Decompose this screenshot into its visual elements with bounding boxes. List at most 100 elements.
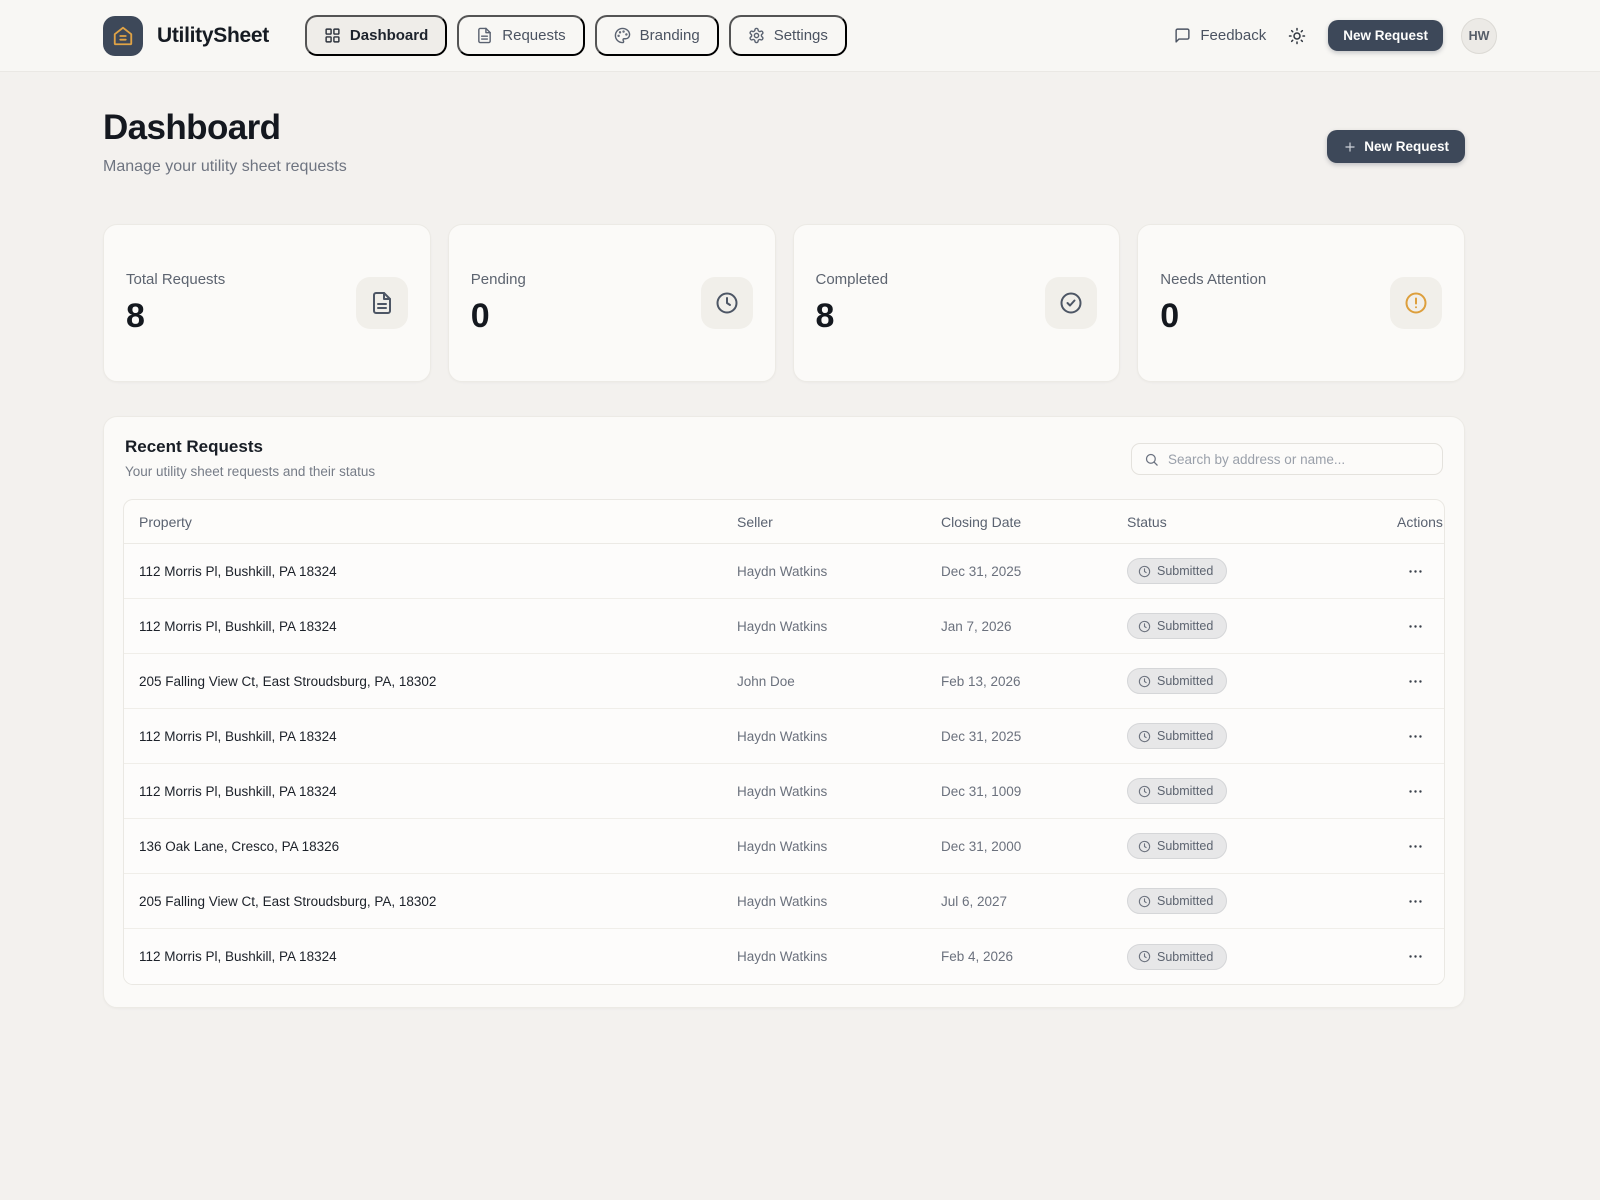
table-row: 136 Oak Lane, Cresco, PA 18326 Haydn Wat… (124, 819, 1444, 874)
ellipsis-icon (1407, 728, 1424, 745)
row-actions-button[interactable] (1401, 945, 1429, 969)
stat-label: Completed (816, 271, 889, 288)
clock-icon (1138, 950, 1151, 963)
row-seller: Haydn Watkins (737, 564, 941, 579)
clock-icon (1138, 840, 1151, 853)
app-logo[interactable] (103, 16, 143, 56)
table-row: 112 Morris Pl, Bushkill, PA 18324 Haydn … (124, 599, 1444, 654)
row-property: 112 Morris Pl, Bushkill, PA 18324 (139, 619, 737, 634)
ellipsis-icon (1407, 838, 1424, 855)
status-badge: Submitted (1127, 668, 1227, 694)
clock-icon (1138, 620, 1151, 633)
feedback-button[interactable]: Feedback (1174, 27, 1266, 44)
column-header-status: Status (1127, 514, 1397, 530)
nav-item-label: Requests (502, 27, 565, 44)
stat-label: Needs Attention (1160, 271, 1266, 288)
house-icon (112, 25, 134, 47)
status-label: Submitted (1157, 564, 1213, 578)
page-title: Dashboard (103, 108, 347, 148)
table-row: 205 Falling View Ct, East Stroudsburg, P… (124, 874, 1444, 929)
clock-icon (715, 291, 739, 315)
table-body: 112 Morris Pl, Bushkill, PA 18324 Haydn … (124, 544, 1444, 984)
table-header-row: Property Seller Closing Date Status Acti… (124, 500, 1444, 544)
palette-icon (614, 27, 631, 44)
new-request-button[interactable]: New Request (1327, 130, 1465, 163)
status-badge: Submitted (1127, 778, 1227, 804)
row-actions-button[interactable] (1401, 834, 1429, 858)
page-header: Dashboard Manage your utility sheet requ… (103, 108, 1465, 176)
search-input[interactable] (1168, 452, 1430, 467)
row-closing-date: Dec 31, 2025 (941, 564, 1127, 579)
top-nav: UtilitySheet Dashboard Requests Branding… (0, 0, 1600, 72)
row-seller: Haydn Watkins (737, 729, 941, 744)
nav-item-label: Settings (774, 27, 828, 44)
nav-item-branding[interactable]: Branding (595, 15, 719, 56)
recent-requests-subtitle: Your utility sheet requests and their st… (125, 464, 375, 479)
row-property: 112 Morris Pl, Bushkill, PA 18324 (139, 784, 737, 799)
table-row: 112 Morris Pl, Bushkill, PA 18324 Haydn … (124, 929, 1444, 984)
row-seller: Haydn Watkins (737, 839, 941, 854)
row-seller: Haydn Watkins (737, 949, 941, 964)
user-avatar[interactable]: HW (1461, 18, 1497, 54)
feedback-label: Feedback (1200, 27, 1266, 44)
status-label: Submitted (1157, 674, 1213, 688)
nav-item-label: Dashboard (350, 27, 428, 44)
status-badge: Submitted (1127, 833, 1227, 859)
status-badge: Submitted (1127, 613, 1227, 639)
nav-item-requests[interactable]: Requests (457, 15, 584, 56)
row-actions-button[interactable] (1401, 559, 1429, 583)
stat-label: Pending (471, 271, 526, 288)
row-closing-date: Jan 7, 2026 (941, 619, 1127, 634)
theme-toggle-button[interactable] (1284, 23, 1310, 49)
stat-label: Total Requests (126, 271, 225, 288)
row-closing-date: Feb 13, 2026 (941, 674, 1127, 689)
row-property: 112 Morris Pl, Bushkill, PA 18324 (139, 564, 737, 579)
status-badge: Submitted (1127, 723, 1227, 749)
main-content: Dashboard Manage your utility sheet requ… (0, 72, 1600, 1008)
row-actions-button[interactable] (1401, 724, 1429, 748)
nav-new-request-button[interactable]: New Request (1328, 20, 1443, 51)
recent-requests-header: Recent Requests Your utility sheet reque… (123, 437, 1445, 479)
clock-icon (1138, 565, 1151, 578)
table-row: 205 Falling View Ct, East Stroudsburg, P… (124, 654, 1444, 709)
row-seller: Haydn Watkins (737, 894, 941, 909)
row-actions-button[interactable] (1401, 614, 1429, 638)
message-square-icon (1174, 27, 1191, 44)
column-header-property: Property (139, 514, 737, 530)
row-seller: John Doe (737, 674, 941, 689)
recent-requests-title: Recent Requests (125, 437, 375, 457)
row-property: 136 Oak Lane, Cresco, PA 18326 (139, 839, 737, 854)
check-circle-icon (1059, 291, 1083, 315)
ellipsis-icon (1407, 673, 1424, 690)
ellipsis-icon (1407, 893, 1424, 910)
stat-card: Total Requests 8 (103, 224, 431, 382)
stat-value: 8 (816, 297, 889, 336)
row-closing-date: Dec 31, 1009 (941, 784, 1127, 799)
status-badge: Submitted (1127, 558, 1227, 584)
row-closing-date: Dec 31, 2025 (941, 729, 1127, 744)
clock-icon (1138, 730, 1151, 743)
stat-value: 8 (126, 297, 225, 336)
nav-new-request-label: New Request (1343, 28, 1428, 43)
row-actions-button[interactable] (1401, 779, 1429, 803)
status-label: Submitted (1157, 784, 1213, 798)
nav-left: UtilitySheet Dashboard Requests Branding… (103, 15, 847, 56)
row-actions-button[interactable] (1401, 889, 1429, 913)
main-nav: Dashboard Requests Branding Settings (305, 15, 847, 56)
requests-table: Property Seller Closing Date Status Acti… (123, 499, 1445, 985)
recent-requests-card: Recent Requests Your utility sheet reque… (103, 416, 1465, 1008)
nav-item-settings[interactable]: Settings (729, 15, 847, 56)
status-label: Submitted (1157, 894, 1213, 908)
nav-item-dashboard[interactable]: Dashboard (305, 15, 447, 56)
status-label: Submitted (1157, 839, 1213, 853)
row-actions-button[interactable] (1401, 669, 1429, 693)
status-label: Submitted (1157, 619, 1213, 633)
alert-circle-icon (1404, 291, 1428, 315)
page-subtitle: Manage your utility sheet requests (103, 158, 347, 176)
new-request-label: New Request (1364, 139, 1449, 154)
row-closing-date: Dec 31, 2000 (941, 839, 1127, 854)
row-closing-date: Feb 4, 2026 (941, 949, 1127, 964)
layout-grid-icon (324, 27, 341, 44)
status-badge: Submitted (1127, 888, 1227, 914)
file-text-icon (370, 291, 394, 315)
